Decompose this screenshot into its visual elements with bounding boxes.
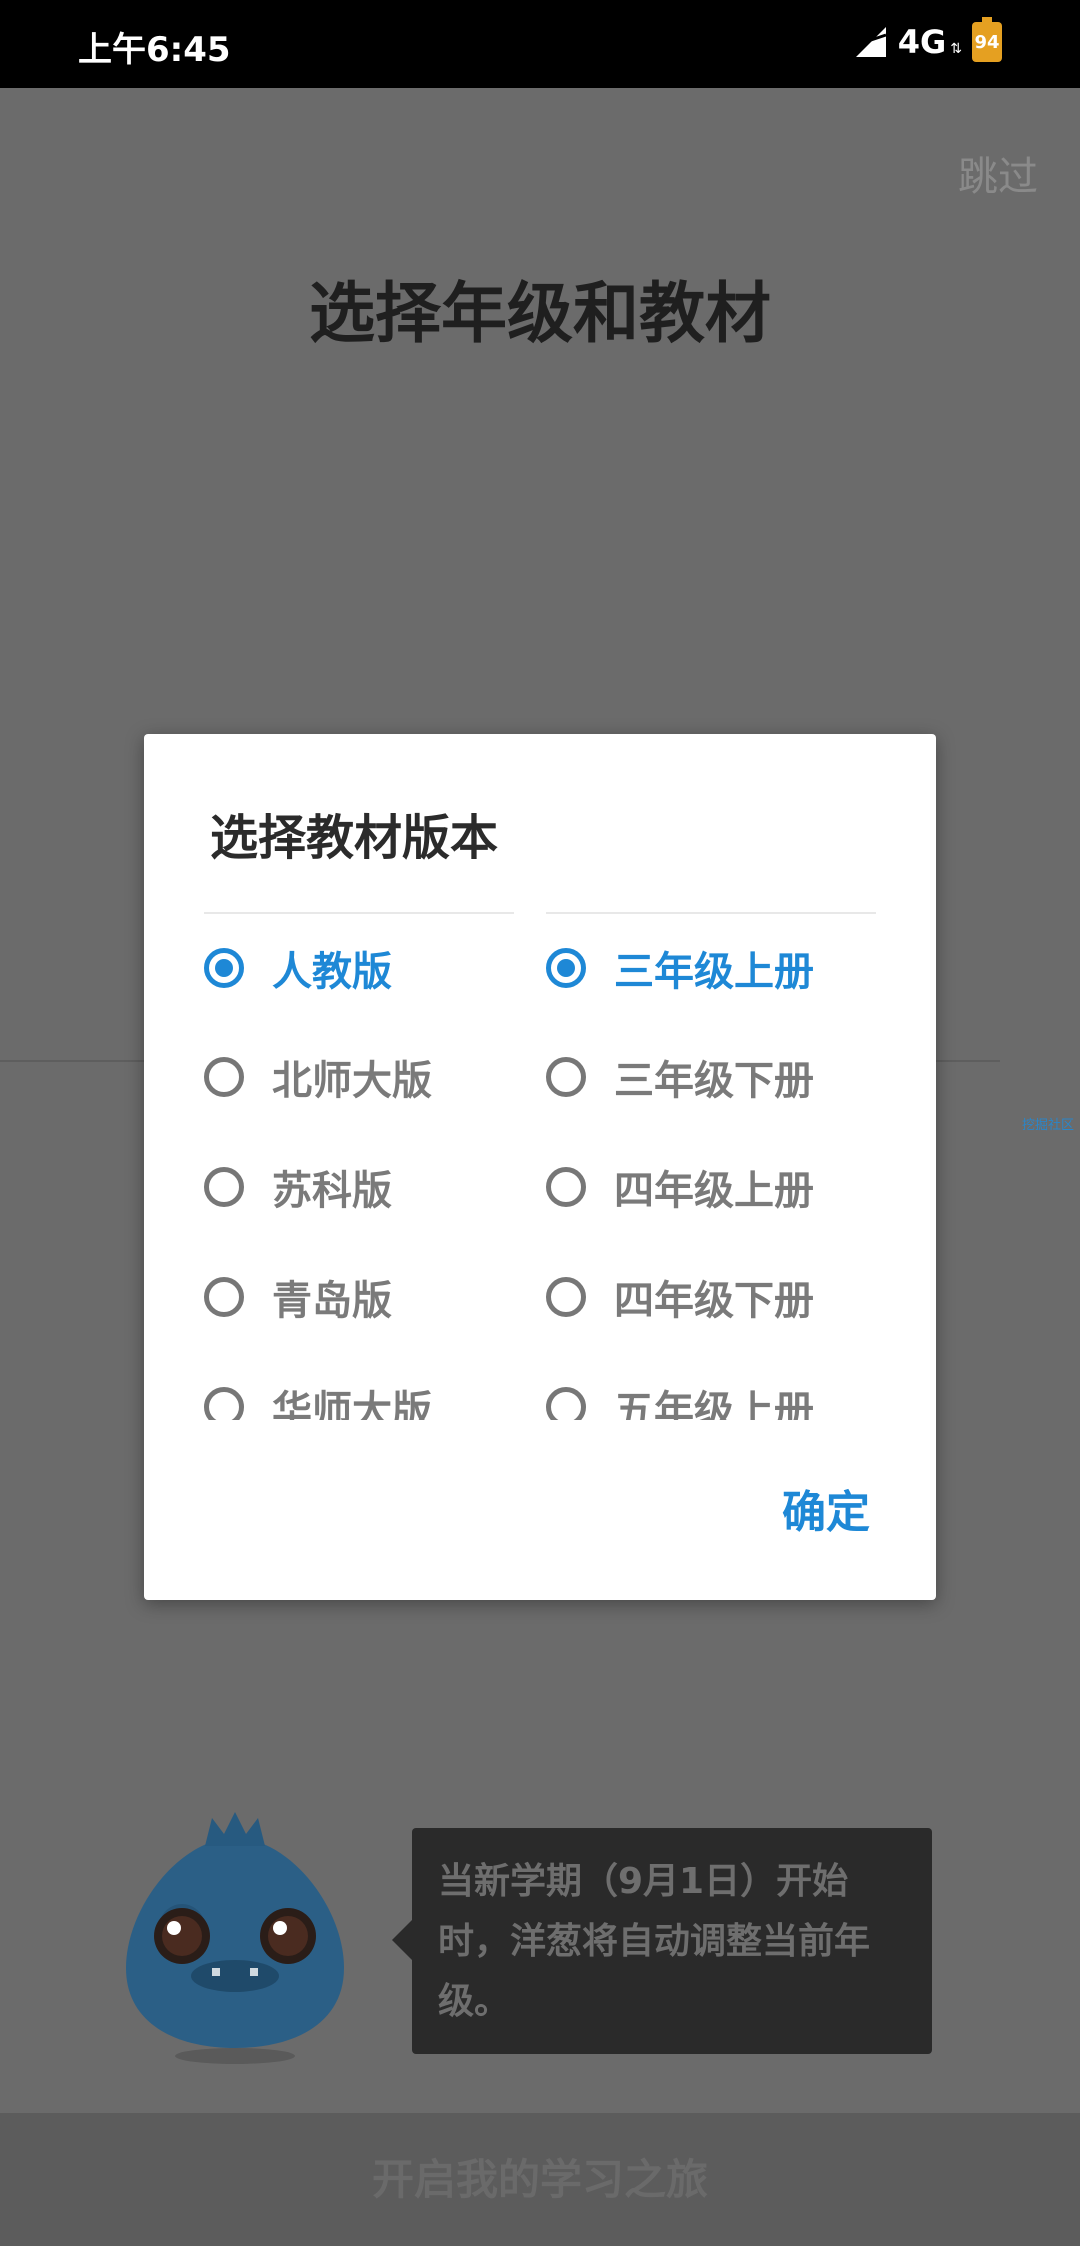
radio-unchecked-icon[interactable] bbox=[204, 1167, 244, 1207]
option-label: 苏科版 bbox=[272, 1168, 392, 1214]
radio-unchecked-icon[interactable] bbox=[546, 1057, 586, 1097]
edition-list[interactable]: 人教版 北师大版 苏科版 青岛版 华师大版 bbox=[204, 912, 514, 1420]
edition-option[interactable]: 华师大版 bbox=[204, 1352, 514, 1420]
grade-option[interactable]: 四年级下册 bbox=[546, 1242, 876, 1352]
option-label: 青岛版 bbox=[272, 1278, 392, 1324]
signal-icon bbox=[855, 27, 887, 57]
option-label: 北师大版 bbox=[272, 1058, 432, 1104]
start-learning-label: 开启我的学习之旅 bbox=[371, 2155, 708, 2204]
edition-picker[interactable]: 人教版 北师大版 苏科版 青岛版 华师大版 bbox=[204, 912, 514, 1420]
option-label: 四年级下册 bbox=[614, 1278, 814, 1324]
grade-list[interactable]: 三年级上册 三年级下册 四年级上册 四年级下册 五年级上册 bbox=[546, 912, 876, 1420]
grade-option[interactable]: 三年级下册 bbox=[546, 1022, 876, 1132]
confirm-button[interactable]: 确定 bbox=[782, 1476, 870, 1540]
data-activity-icon: ⇅ bbox=[950, 41, 962, 57]
radio-unchecked-icon[interactable] bbox=[204, 1057, 244, 1097]
dialog-title: 选择教材版本 bbox=[210, 810, 499, 866]
battery-level: 94 bbox=[974, 31, 1000, 53]
edition-option[interactable]: 苏科版 bbox=[204, 1132, 514, 1242]
status-time: 上午6:45 bbox=[78, 30, 231, 70]
option-label: 华师大版 bbox=[272, 1388, 432, 1420]
option-label: 三年级下册 bbox=[614, 1058, 814, 1104]
onion-mascot-icon bbox=[126, 1812, 344, 2064]
skip-button[interactable]: 跳过 bbox=[958, 144, 1038, 202]
grade-option[interactable]: 五年级上册 bbox=[546, 1352, 876, 1420]
page-title: 选择年级和教材 bbox=[309, 275, 771, 352]
edition-option[interactable]: 青岛版 bbox=[204, 1242, 514, 1352]
radio-unchecked-icon[interactable] bbox=[546, 1167, 586, 1207]
radio-unchecked-icon[interactable] bbox=[546, 1387, 586, 1420]
radio-unchecked-icon[interactable] bbox=[204, 1387, 244, 1420]
radio-unchecked-icon[interactable] bbox=[546, 1277, 586, 1317]
grade-picker[interactable]: 三年级上册 三年级下册 四年级上册 四年级下册 五年级上册 bbox=[546, 912, 876, 1420]
grade-option[interactable]: 三年级上册 bbox=[546, 914, 876, 1022]
radio-unchecked-icon[interactable] bbox=[204, 1277, 244, 1317]
community-link[interactable]: 挖掘社区 bbox=[1022, 1114, 1074, 1133]
tip-bubble: 当新学期（9月1日）开始时，洋葱将自动调整当前年级。 bbox=[392, 1828, 932, 2054]
battery-icon: 94 bbox=[972, 17, 1002, 62]
status-bar: 上午6:45 4G ⇅ 94 bbox=[0, 0, 1080, 88]
start-learning-button[interactable]: 开启我的学习之旅 bbox=[0, 2113, 1080, 2246]
option-label: 五年级上册 bbox=[614, 1388, 814, 1420]
option-label: 四年级上册 bbox=[614, 1168, 814, 1214]
network-type: 4G bbox=[897, 23, 947, 61]
tip-text: 当新学期（9月1日）开始时，洋葱将自动调整当前年级。 bbox=[438, 1861, 871, 2022]
grade-option[interactable]: 四年级上册 bbox=[546, 1132, 876, 1242]
edition-option[interactable]: 北师大版 bbox=[204, 1022, 514, 1132]
edition-option[interactable]: 人教版 bbox=[204, 914, 514, 1022]
status-indicators: 4G ⇅ 94 bbox=[854, 17, 1002, 62]
radio-checked-icon[interactable] bbox=[546, 948, 586, 988]
option-label: 三年级上册 bbox=[614, 949, 814, 995]
option-label: 人教版 bbox=[272, 949, 392, 995]
radio-checked-icon[interactable] bbox=[204, 948, 244, 988]
edition-dialog: 选择教材版本 人教版 北师大版 苏科版 青岛版 华师大版 三年级上册 三年级下册… bbox=[144, 734, 936, 1600]
